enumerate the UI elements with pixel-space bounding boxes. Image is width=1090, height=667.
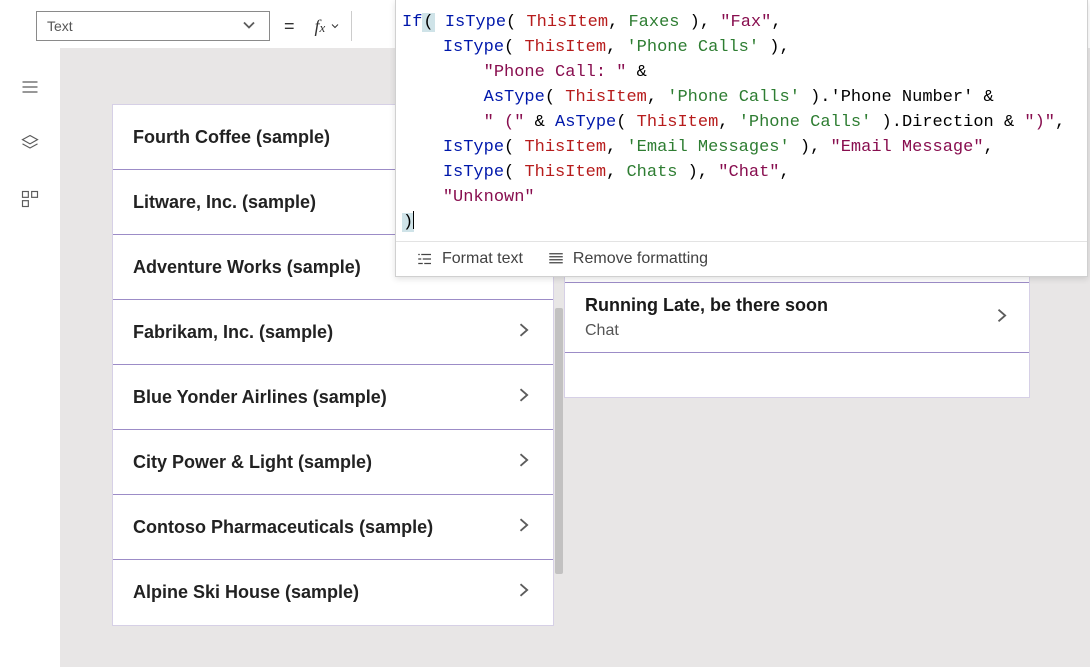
- components-icon[interactable]: [19, 188, 41, 210]
- chevron-right-icon: [513, 450, 533, 475]
- account-name: Litware, Inc. (sample): [133, 192, 316, 213]
- list-item[interactable]: Running Late, be there soon Chat: [565, 283, 1029, 353]
- formula-toolbar: Format text Remove formatting: [396, 241, 1087, 276]
- account-name: Fourth Coffee (sample): [133, 127, 330, 148]
- formula-editor-panel: If( IsType( ThisItem, Faxes ), "Fax", Is…: [395, 0, 1088, 277]
- list-item[interactable]: Blue Yonder Airlines (sample): [113, 365, 553, 430]
- chevron-down-icon: [329, 16, 341, 37]
- paren-highlight: (: [422, 13, 434, 32]
- account-name: Adventure Works (sample): [133, 257, 361, 278]
- format-text-icon: [416, 250, 434, 268]
- account-name: City Power & Light (sample): [133, 452, 372, 473]
- list-item[interactable]: Contoso Pharmaceuticals (sample): [113, 495, 553, 560]
- account-name: Blue Yonder Airlines (sample): [133, 387, 387, 408]
- fx-button[interactable]: fx: [309, 11, 353, 41]
- account-name: Contoso Pharmaceuticals (sample): [133, 517, 433, 538]
- remove-formatting-icon: [547, 250, 565, 268]
- chevron-down-icon: [239, 15, 259, 38]
- text-caret: [413, 211, 414, 229]
- left-icon-rail: [0, 48, 60, 210]
- chevron-right-icon: [513, 580, 533, 605]
- token-function: If: [402, 13, 422, 32]
- chevron-right-icon: [991, 305, 1011, 330]
- remove-formatting-label: Remove formatting: [573, 250, 708, 268]
- list-item[interactable]: Alpine Ski House (sample): [113, 560, 553, 625]
- list-item-empty: [565, 353, 1029, 397]
- format-text-button[interactable]: Format text: [416, 250, 523, 268]
- chevron-right-icon: [513, 320, 533, 345]
- list-item[interactable]: City Power & Light (sample): [113, 430, 553, 495]
- equals-sign: =: [278, 16, 301, 37]
- format-text-label: Format text: [442, 250, 523, 268]
- account-name: Alpine Ski House (sample): [133, 582, 359, 603]
- layers-icon[interactable]: [19, 132, 41, 154]
- fx-label: fx: [315, 16, 326, 37]
- activity-title: Running Late, be there soon: [585, 295, 828, 316]
- list-item[interactable]: Fabrikam, Inc. (sample): [113, 300, 553, 365]
- property-selector-value: Text: [47, 18, 73, 34]
- hamburger-icon[interactable]: [19, 76, 41, 98]
- activity-subtitle: Chat: [585, 322, 619, 340]
- scrollbar-thumb[interactable]: [555, 308, 563, 574]
- chevron-right-icon: [513, 515, 533, 540]
- chevron-right-icon: [513, 385, 533, 410]
- remove-formatting-button[interactable]: Remove formatting: [547, 250, 708, 268]
- property-selector[interactable]: Text: [36, 11, 270, 41]
- account-name: Fabrikam, Inc. (sample): [133, 322, 333, 343]
- formula-editor[interactable]: If( IsType( ThisItem, Faxes ), "Fax", Is…: [396, 0, 1087, 241]
